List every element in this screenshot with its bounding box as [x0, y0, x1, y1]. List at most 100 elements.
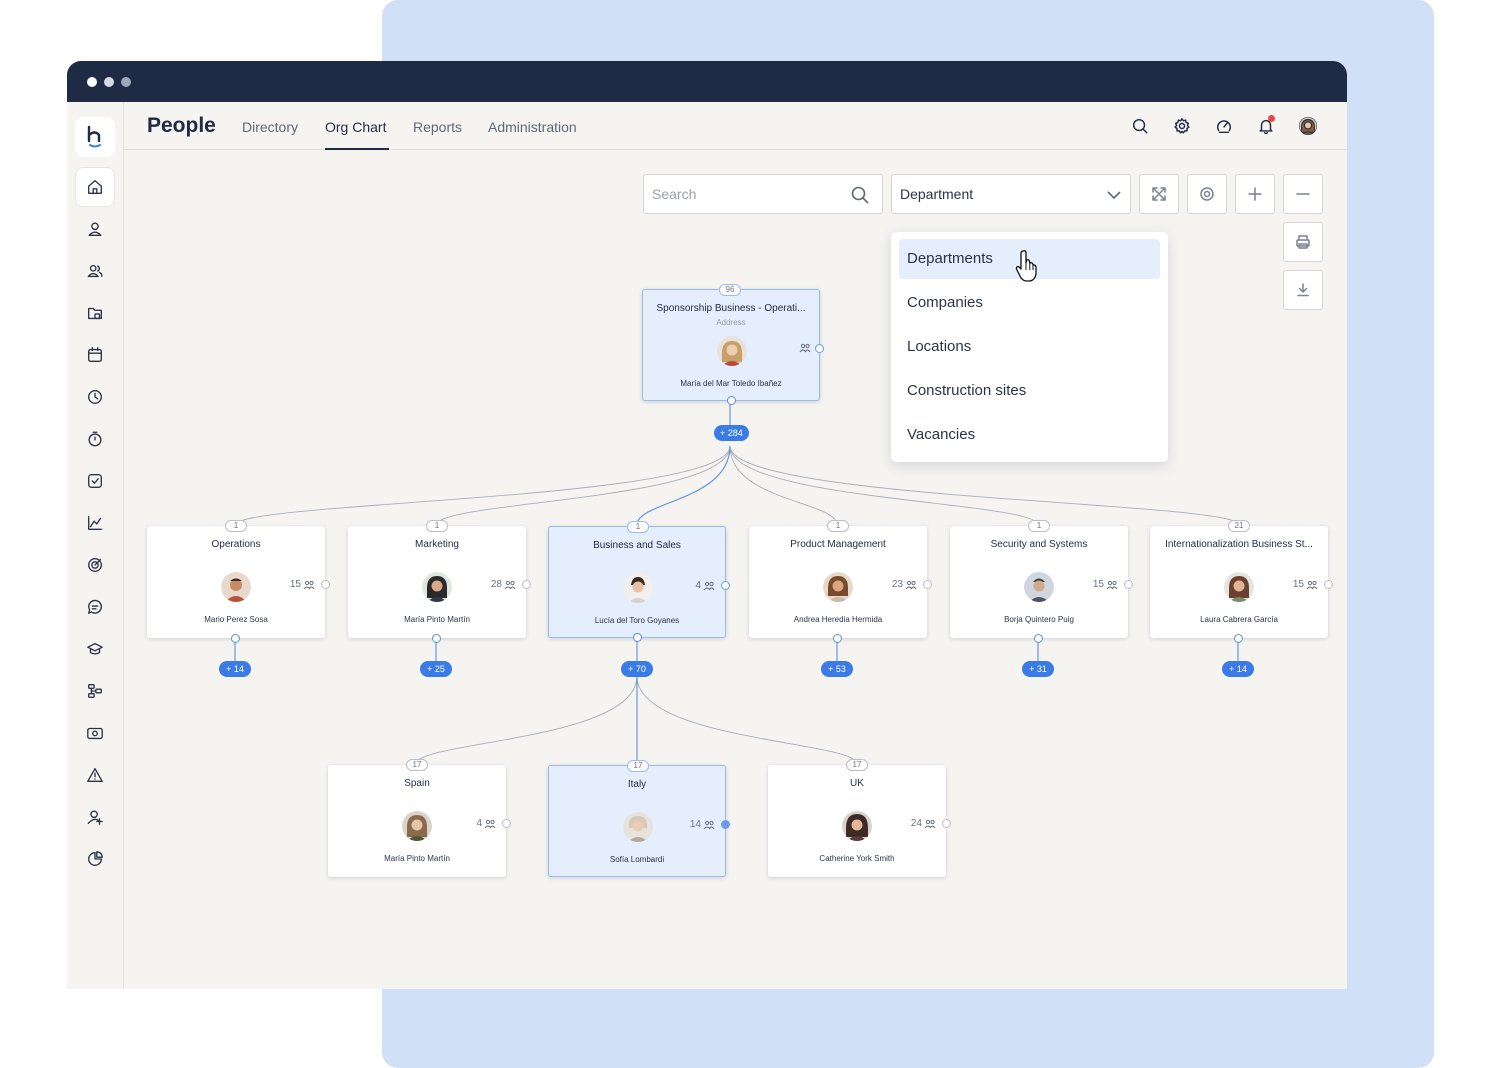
speedometer-icon[interactable]	[1213, 115, 1235, 137]
sidebar-calendar-icon[interactable]	[75, 335, 115, 375]
sidebar-workflow-icon[interactable]	[75, 671, 115, 711]
org-node-spain[interactable]: 17 Spain 4 María Pinto Martín	[328, 759, 511, 877]
org-node-product-management[interactable]: 1 Product Management 23 Andrea Heredia H…	[749, 520, 932, 643]
plus-icon	[1248, 187, 1262, 201]
node-level-badge: 1	[627, 521, 649, 533]
download-button[interactable]	[1283, 270, 1323, 310]
expand-children-button[interactable]: + 14	[1222, 661, 1254, 677]
node-bottom-handle[interactable]	[727, 396, 736, 405]
target-icon	[1200, 187, 1214, 201]
page-title: People	[147, 114, 216, 137]
people-count-value: 14	[689, 819, 701, 830]
people-icon	[484, 819, 496, 828]
people-count-value: 4	[476, 818, 482, 829]
org-node-marketing[interactable]: 1 Marketing 28 María Pinto Martín	[348, 520, 531, 643]
dropdown-option-vacancies[interactable]: Vacancies	[899, 415, 1160, 455]
sidebar-folder-icon[interactable]	[75, 293, 115, 333]
sidebar-checkbox-icon[interactable]	[75, 461, 115, 501]
org-node-root[interactable]: 96 Sponsorship Business - Operati... Add…	[642, 284, 824, 405]
node-level-badge: 1	[426, 520, 448, 532]
sidebar-user-add-icon[interactable]	[75, 797, 115, 837]
node-title: Operations	[211, 539, 261, 550]
sidebar-clock-icon[interactable]	[75, 377, 115, 417]
dropdown-option-locations[interactable]: Locations	[899, 327, 1160, 367]
node-bottom-handle[interactable]	[432, 634, 441, 643]
sidebar-graduation-icon[interactable]	[75, 629, 115, 669]
sidebar-user-icon[interactable]	[75, 209, 115, 249]
avatar	[623, 812, 653, 842]
tab-reports[interactable]: Reports	[413, 119, 462, 135]
org-node-internationalization[interactable]: 21 Internationalization Business St... 1…	[1150, 520, 1333, 643]
node-side-handle[interactable]	[721, 581, 730, 590]
node-side-handle[interactable]	[1124, 580, 1133, 589]
page-header: People Directory Org Chart Reports Admin…	[124, 102, 1347, 150]
people-icon	[905, 580, 917, 589]
sidebar-timer-icon[interactable]	[75, 419, 115, 459]
window-dot-close[interactable]	[87, 77, 97, 87]
zoom-in-button[interactable]	[1235, 174, 1275, 214]
expand-children-button[interactable]: + 53	[821, 661, 853, 677]
fit-screen-button[interactable]	[1139, 174, 1179, 214]
window-dot-maximize[interactable]	[121, 77, 131, 87]
org-node-uk[interactable]: 17 UK 24 Catherine York Smith	[768, 759, 951, 877]
expand-children-button[interactable]: + 284	[714, 425, 749, 441]
user-avatar[interactable]	[1293, 111, 1323, 141]
org-node-security-and-systems[interactable]: 1 Security and Systems 15 Borja Quintero…	[950, 520, 1133, 643]
center-button[interactable]	[1187, 174, 1227, 214]
node-level-badge: 1	[1028, 520, 1050, 532]
sidebar-home-icon[interactable]	[75, 167, 115, 207]
logo-icon	[87, 125, 101, 148]
node-people-count: 15	[1093, 579, 1118, 590]
node-bottom-handle[interactable]	[1234, 634, 1243, 643]
org-node-business-and-sales[interactable]: 1 Business and Sales 4 Lucía del Toro Go…	[548, 521, 730, 642]
node-side-handle[interactable]	[923, 580, 932, 589]
zoom-out-button[interactable]	[1283, 174, 1323, 214]
node-side-handle[interactable]	[942, 819, 951, 828]
node-level-badge: 1	[225, 520, 247, 532]
people-count-value: 28	[490, 579, 502, 590]
expand-children-button[interactable]: + 70	[621, 661, 653, 677]
node-title: Security and Systems	[990, 539, 1088, 550]
expand-children-button[interactable]: + 25	[420, 661, 452, 677]
hand-pointer-cursor-icon	[1015, 250, 1037, 282]
sidebar-alert-icon[interactable]	[75, 755, 115, 795]
node-bottom-handle[interactable]	[231, 634, 240, 643]
node-side-handle[interactable]	[1324, 580, 1333, 589]
notification-bell-icon[interactable]	[1255, 115, 1277, 137]
search-input[interactable]: Search	[643, 174, 883, 214]
sidebar-target-icon[interactable]	[75, 545, 115, 585]
dropdown-option-construction-sites[interactable]: Construction sites	[899, 371, 1160, 411]
sidebar-pie-chart-icon[interactable]	[75, 839, 115, 879]
expand-children-button[interactable]: + 31	[1022, 661, 1054, 677]
dropdown-option-companies[interactable]: Companies	[899, 283, 1160, 323]
node-side-handle[interactable]	[721, 820, 730, 829]
window-dot-minimize[interactable]	[104, 77, 114, 87]
sidebar-chat-icon[interactable]	[75, 587, 115, 627]
sidebar-users-icon[interactable]	[75, 251, 115, 291]
print-button[interactable]	[1283, 222, 1323, 262]
settings-gear-icon[interactable]	[1171, 115, 1193, 137]
node-side-handle[interactable]	[502, 819, 511, 828]
tab-administration[interactable]: Administration	[488, 119, 577, 135]
node-side-handle[interactable]	[522, 580, 531, 589]
sidebar-chart-icon[interactable]	[75, 503, 115, 543]
grouping-select-value: Department	[900, 186, 974, 202]
tab-directory[interactable]: Directory	[242, 119, 298, 135]
node-side-handle[interactable]	[815, 344, 824, 353]
node-manager-name: Mario Perez Sosa	[204, 615, 268, 624]
org-node-operations[interactable]: 1 Operations 15 Mario Perez Sosa	[147, 520, 330, 643]
tab-org-chart[interactable]: Org Chart	[325, 119, 386, 135]
expand-icon	[1152, 187, 1166, 201]
node-side-handle[interactable]	[321, 580, 330, 589]
node-bottom-handle[interactable]	[833, 634, 842, 643]
sidebar-money-icon[interactable]	[75, 713, 115, 753]
minus-icon	[1296, 193, 1310, 195]
org-node-italy[interactable]: 17 Italy 14 Sofía Lombardi	[548, 760, 730, 877]
search-icon[interactable]	[1129, 115, 1151, 137]
app-logo[interactable]	[75, 117, 115, 157]
expand-children-button[interactable]: + 14	[219, 661, 251, 677]
node-level-badge: 21	[1228, 520, 1250, 532]
node-bottom-handle[interactable]	[1034, 634, 1043, 643]
grouping-select[interactable]: Department	[891, 174, 1131, 214]
node-bottom-handle[interactable]	[633, 633, 642, 642]
